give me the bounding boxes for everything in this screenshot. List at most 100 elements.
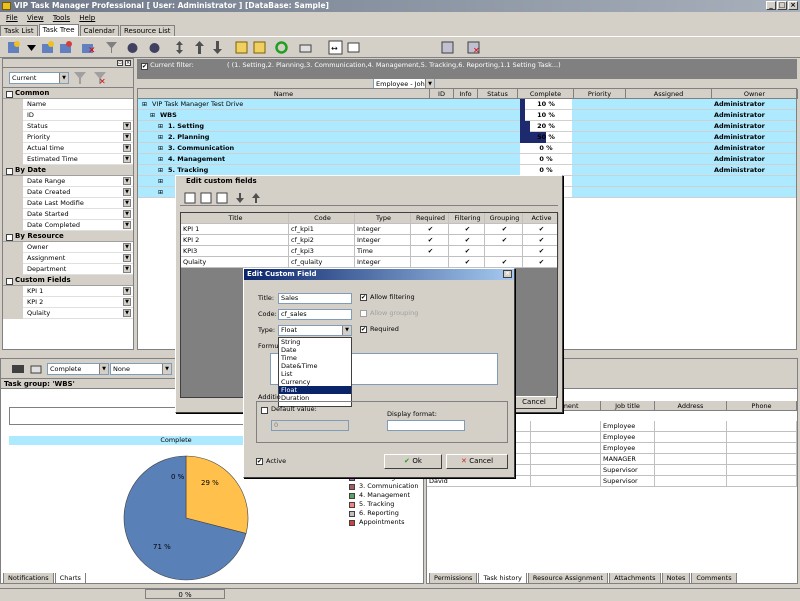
filter-item[interactable]: KPI 2 ▼ [3, 297, 133, 308]
type-options-list[interactable]: String Date Time Date&Time List Currency Float… [278, 337, 352, 407]
filter-item[interactable]: KPI 1 ▼ [3, 286, 133, 297]
allow-grouping-checkbox[interactable] [360, 310, 367, 317]
type-option[interactable]: List [279, 370, 351, 378]
expand-toggle-icon[interactable]: ⊞ [142, 99, 150, 110]
cf-col-code[interactable]: Code [289, 213, 355, 224]
menu-view[interactable]: View [27, 14, 44, 22]
cf-filtering-checkbox[interactable]: ✔ [449, 224, 485, 235]
filter-group[interactable]: Common [3, 88, 133, 99]
cf-col-active[interactable]: Active [523, 213, 559, 224]
tab-charts[interactable]: Charts [54, 573, 86, 584]
chevron-down-icon[interactable]: ▼ [123, 309, 131, 317]
collapse-icon[interactable] [252, 40, 267, 55]
table-row[interactable]: ⊞ 4. Management 0 % Administrator [138, 154, 796, 165]
filter-item[interactable]: Assignment ▼ [3, 253, 133, 264]
col-name[interactable]: Name [138, 89, 430, 99]
table-row[interactable]: KPI 2 cf_kpi2 Integer ✔ ✔ ✔ ✔ [181, 235, 559, 246]
clear-filter-icon[interactable]: ✕ [93, 71, 107, 85]
cf-active-checkbox[interactable]: ✔ [523, 246, 559, 257]
current-filter-checkbox[interactable]: ✔ [141, 63, 148, 70]
table-row[interactable]: ⊞ 1. Setting 20 % Administrator [138, 121, 796, 132]
cf-required-checkbox[interactable] [411, 257, 449, 268]
filter-item[interactable]: Date Started ▼ [3, 209, 133, 220]
print-chart-icon[interactable] [29, 362, 43, 376]
chevron-down-icon[interactable]: ▼ [123, 254, 131, 262]
expand-toggle-icon[interactable]: ⊞ [158, 121, 166, 132]
filter-item[interactable]: Status ▼ [3, 121, 133, 132]
table-row[interactable]: KPI3 cf_kpi3 Time ✔ ✔ ✔ [181, 246, 559, 257]
cf-active-checkbox[interactable]: ✔ [523, 224, 559, 235]
tab-comments[interactable]: Comments [691, 573, 737, 584]
columns-icon[interactable] [346, 40, 361, 55]
task-icon-2[interactable] [147, 40, 162, 55]
print-icon[interactable] [298, 40, 313, 55]
close-panel-icon[interactable]: × [125, 60, 131, 66]
chart-options-icon[interactable] [11, 362, 25, 376]
active-checkbox[interactable]: ✔ [256, 458, 263, 465]
chevron-down-icon[interactable]: ▼ [123, 199, 131, 207]
display-format-input[interactable] [387, 420, 465, 431]
filter-item[interactable]: Department ▼ [3, 264, 133, 275]
filter-group[interactable]: By Resource [3, 231, 133, 242]
cf-filtering-checkbox[interactable]: ✔ [449, 246, 485, 257]
cf-filtering-checkbox[interactable]: ✔ [449, 257, 485, 268]
cf-grouping-checkbox[interactable]: ✔ [485, 257, 523, 268]
ok-button[interactable]: ✔ Ok [384, 454, 442, 469]
edit-task-icon[interactable] [58, 40, 73, 55]
close-icon[interactable]: × [503, 270, 512, 278]
chevron-down-icon[interactable]: ▼ [123, 177, 131, 185]
cf-col-type[interactable]: Type [355, 213, 411, 224]
chevron-down-icon[interactable]: ▼ [123, 287, 131, 295]
filter-item[interactable]: Estimated Time ▼ [3, 154, 133, 165]
table-row[interactable]: ⊞ 3. Communication 0 % Administrator [138, 143, 796, 154]
col-info[interactable]: Info [454, 89, 478, 99]
type-option[interactable]: Date&Time [279, 362, 351, 370]
col-phone[interactable]: Phone [727, 401, 797, 411]
move-up-icon[interactable] [192, 40, 207, 55]
col-complete[interactable]: Complete [518, 89, 574, 99]
expand-toggle-icon[interactable]: ⊞ [150, 110, 158, 121]
filter-item[interactable]: Date Completed ▼ [3, 220, 133, 231]
filter-item[interactable]: Priority ▼ [3, 132, 133, 143]
table-row[interactable]: Qulaity cf_qulaity Integer ✔ ✔ ✔ [181, 257, 559, 268]
filter-item[interactable]: Qulaity ▼ [3, 308, 133, 319]
dropdown-arrow-icon[interactable] [24, 40, 39, 55]
tab-resource-list[interactable]: Resource List [119, 25, 175, 36]
edit-field-icon[interactable] [200, 192, 212, 204]
filter-item[interactable]: Name [3, 99, 133, 110]
cf-col-required[interactable]: Required [411, 213, 449, 224]
cancel-button[interactable]: ✕ Cancel [446, 454, 508, 469]
expand-toggle-icon[interactable]: ⊞ [158, 154, 166, 165]
cf-grouping-checkbox[interactable]: ✔ [485, 224, 523, 235]
move-field-up-icon[interactable] [250, 192, 262, 204]
expand-toggle-icon[interactable]: ⊞ [158, 165, 166, 176]
col-owner[interactable]: Owner [712, 89, 798, 99]
chevron-down-icon[interactable]: ▼ [123, 122, 131, 130]
cf-grouping-checkbox[interactable] [485, 246, 523, 257]
chevron-down-icon[interactable]: ▼ [123, 298, 131, 306]
expand-toggle-icon[interactable]: ⊞ [158, 187, 166, 198]
table-row[interactable]: ⊞ 2. Planning 50 % Administrator [138, 132, 796, 143]
type-option[interactable]: String [279, 338, 351, 346]
tab-task-history[interactable]: Task history [478, 573, 527, 584]
add-task-icon[interactable] [6, 40, 21, 55]
move-field-down-icon[interactable] [234, 192, 246, 204]
minimize-button[interactable]: _ [766, 1, 776, 10]
tab-task-tree[interactable]: Task Tree [38, 24, 79, 36]
close-button[interactable]: × [788, 1, 798, 10]
tab-resource-assignment[interactable]: Resource Assignment [527, 573, 609, 584]
move-updown-icon[interactable] [172, 40, 187, 55]
type-option[interactable]: Time [279, 354, 351, 362]
filter-icon[interactable] [73, 71, 87, 85]
maximize-button[interactable]: □ [777, 1, 787, 10]
cf-required-checkbox[interactable]: ✔ [411, 246, 449, 257]
col-assigned[interactable]: Assigned [626, 89, 712, 99]
type-option[interactable]: Float [279, 386, 351, 394]
chevron-down-icon[interactable]: ▼ [123, 265, 131, 273]
resource-delete-icon[interactable]: ✕ [466, 40, 481, 55]
filter-item[interactable]: Date Last Modifie ▼ [3, 198, 133, 209]
tab-notes[interactable]: Notes [661, 573, 691, 584]
view-combo[interactable]: Current ▼ [9, 72, 69, 84]
custom-fields-cancel-button[interactable]: Cancel [511, 396, 557, 409]
code-input[interactable]: cf_sales [278, 309, 352, 320]
